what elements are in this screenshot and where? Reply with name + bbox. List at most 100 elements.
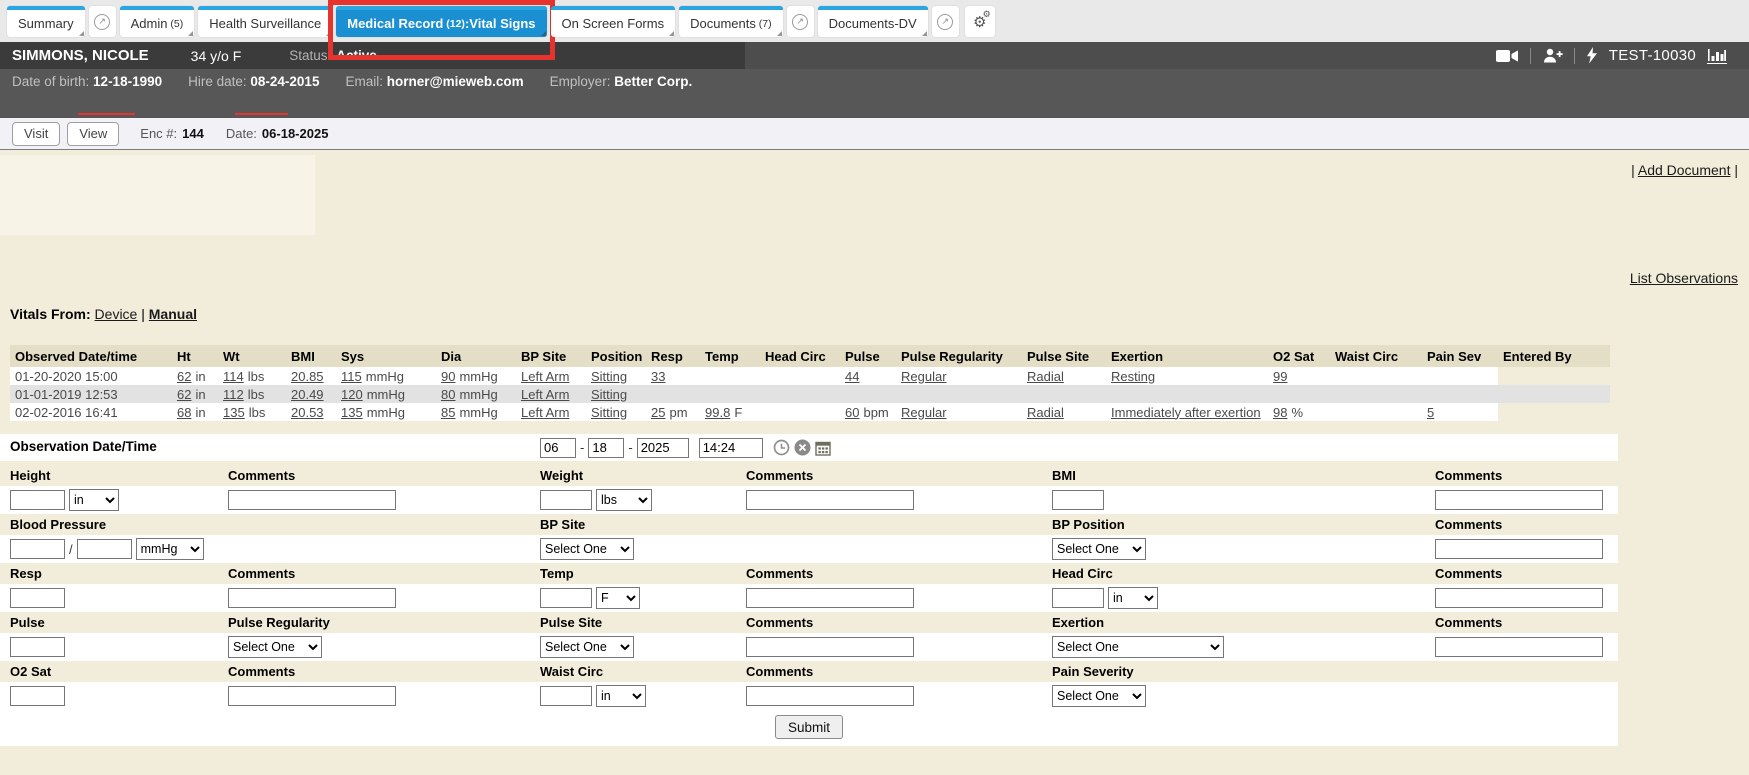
bp-position-select[interactable]: Select One [1052, 538, 1146, 560]
vital-value-link[interactable]: 135 [341, 405, 363, 420]
vitals-manual-link[interactable]: Manual [149, 306, 197, 322]
vital-value-link[interactable]: 112 [223, 387, 244, 402]
bmi-comments-input[interactable] [1435, 490, 1603, 510]
bp-systolic-input[interactable] [10, 539, 65, 559]
vital-value-link[interactable]: 98 [1273, 405, 1287, 420]
pulse-input[interactable] [10, 637, 65, 657]
vital-value-link[interactable]: 20.85 [291, 369, 324, 384]
cell-pulse-site: Radial [1022, 367, 1106, 385]
vital-value-link[interactable]: 135 [223, 405, 245, 420]
vitals-device-link[interactable]: Device [95, 306, 138, 322]
vital-value-link[interactable]: 25 [651, 405, 665, 420]
bp-diastolic-input[interactable] [77, 539, 132, 559]
temp-comments-input[interactable] [746, 588, 914, 608]
popout-button-documents[interactable]: ↗ [787, 6, 814, 37]
height-comments-input[interactable] [228, 490, 396, 510]
vital-value-link[interactable]: 115 [341, 369, 362, 384]
waist-circ-comments-input[interactable] [746, 686, 914, 706]
clear-datetime-icon[interactable] [794, 439, 811, 456]
bp-comments-input[interactable] [1435, 539, 1603, 559]
vital-value-link[interactable]: Radial [1027, 369, 1064, 384]
vital-value-link[interactable]: 99.8 [705, 405, 730, 420]
height-input[interactable] [10, 490, 65, 510]
exertion-select[interactable]: Select One [1052, 636, 1224, 658]
video-camera-icon[interactable] [1496, 49, 1519, 63]
vital-value-link[interactable]: Resting [1111, 369, 1155, 384]
popout-button-documents-dv[interactable]: ↗ [932, 6, 959, 37]
settings-gear-button[interactable]: ⚙ ⚙ [965, 6, 995, 37]
resp-comments-input[interactable] [228, 588, 396, 608]
head-circ-unit-select[interactable]: in [1108, 587, 1158, 609]
vital-value-link[interactable]: 60 [845, 405, 859, 420]
o2-sat-input[interactable] [10, 686, 65, 706]
pulse-site-select[interactable]: Select One [540, 636, 634, 658]
temp-input[interactable] [540, 588, 592, 608]
visit-button[interactable]: Visit [12, 122, 60, 146]
vital-value-link[interactable]: 62 [177, 369, 191, 384]
bp-unit-select[interactable]: mmHg [136, 538, 204, 560]
waist-circ-input[interactable] [540, 686, 592, 706]
flowsheet-chart-icon[interactable] [1707, 47, 1727, 64]
tab-health-surveillance[interactable]: Health Surveillance [198, 6, 332, 37]
head-circ-input[interactable] [1052, 588, 1104, 608]
weight-comments-input[interactable] [746, 490, 914, 510]
vital-value-link[interactable]: 114 [223, 369, 244, 384]
vital-value-link[interactable]: Regular [901, 405, 947, 420]
vital-value-link[interactable]: 5 [1427, 405, 1434, 420]
add-person-icon[interactable] [1542, 48, 1563, 63]
view-button[interactable]: View [67, 122, 119, 146]
vital-value-link[interactable]: 33 [651, 369, 665, 384]
waist-circ-unit-select[interactable]: in [596, 685, 646, 707]
resp-input[interactable] [10, 588, 65, 608]
pain-severity-select[interactable]: Select One [1052, 685, 1146, 707]
o2-sat-comments-input[interactable] [228, 686, 396, 706]
tab-documents[interactable]: Documents (7) [679, 6, 783, 37]
bp-site-select[interactable]: Select One [540, 538, 634, 560]
vital-value-link[interactable]: 80 [441, 387, 455, 402]
vital-value-link[interactable]: 85 [441, 405, 455, 420]
clock-icon[interactable] [773, 439, 790, 456]
tab-medical-record[interactable]: Medical Record (12):Vital Signs [336, 6, 546, 37]
vital-value-link[interactable]: Sitting [591, 369, 627, 384]
tab-on-screen-forms[interactable]: On Screen Forms [551, 6, 676, 37]
pulse-regularity-select[interactable]: Select One [228, 636, 322, 658]
vital-value-link[interactable]: 62 [177, 387, 191, 402]
height-unit-select[interactable]: in [69, 489, 119, 511]
vital-value-link[interactable]: Left Arm [521, 369, 569, 384]
form-input-row-1: /mmHgSelect OneSelect One [0, 535, 1618, 563]
weight-input[interactable] [540, 490, 592, 510]
exertion-comments-input[interactable] [1435, 637, 1603, 657]
vital-value-link[interactable]: Left Arm [521, 405, 569, 420]
vital-value-link[interactable]: 99 [1273, 369, 1287, 384]
obs-day-input[interactable] [588, 438, 624, 458]
vital-value-link[interactable]: Regular [901, 369, 947, 384]
vital-value-link[interactable]: 68 [177, 405, 191, 420]
lightning-bolt-icon[interactable] [1586, 47, 1598, 64]
vital-value-link[interactable]: 20.49 [291, 387, 324, 402]
submit-button[interactable]: Submit [775, 715, 843, 739]
obs-year-input[interactable] [637, 438, 689, 458]
tab-summary[interactable]: Summary [7, 6, 85, 37]
pulse-comments-input[interactable] [746, 637, 914, 657]
bmi-input[interactable] [1052, 490, 1104, 510]
temp-unit-select[interactable]: F [596, 587, 640, 609]
tab-documents-dv[interactable]: Documents-DV [818, 6, 928, 37]
obs-time-input[interactable] [699, 438, 763, 458]
vital-value-link[interactable]: Sitting [591, 405, 627, 420]
add-document-link[interactable]: Add Document [1638, 162, 1731, 178]
head-circ-comments-input[interactable] [1435, 588, 1603, 608]
vital-value-link[interactable]: Immediately after exertion [1111, 405, 1261, 420]
weight-unit-select[interactable]: lbs [596, 489, 652, 511]
calendar-icon[interactable] [815, 440, 831, 456]
vital-value-link[interactable]: Radial [1027, 405, 1064, 420]
vital-value-link[interactable]: 20.53 [291, 405, 324, 420]
tab-admin[interactable]: Admin (5) [120, 6, 195, 37]
list-observations-link[interactable]: List Observations [1630, 270, 1738, 286]
vital-value-link[interactable]: Sitting [591, 387, 627, 402]
vital-value-link[interactable]: Left Arm [521, 387, 569, 402]
vital-value-link[interactable]: 90 [441, 369, 455, 384]
vital-value-link[interactable]: 120 [341, 387, 363, 402]
vital-value-link[interactable]: 44 [845, 369, 859, 384]
obs-month-input[interactable] [540, 438, 576, 458]
popout-button-summary[interactable]: ↗ [89, 6, 116, 37]
